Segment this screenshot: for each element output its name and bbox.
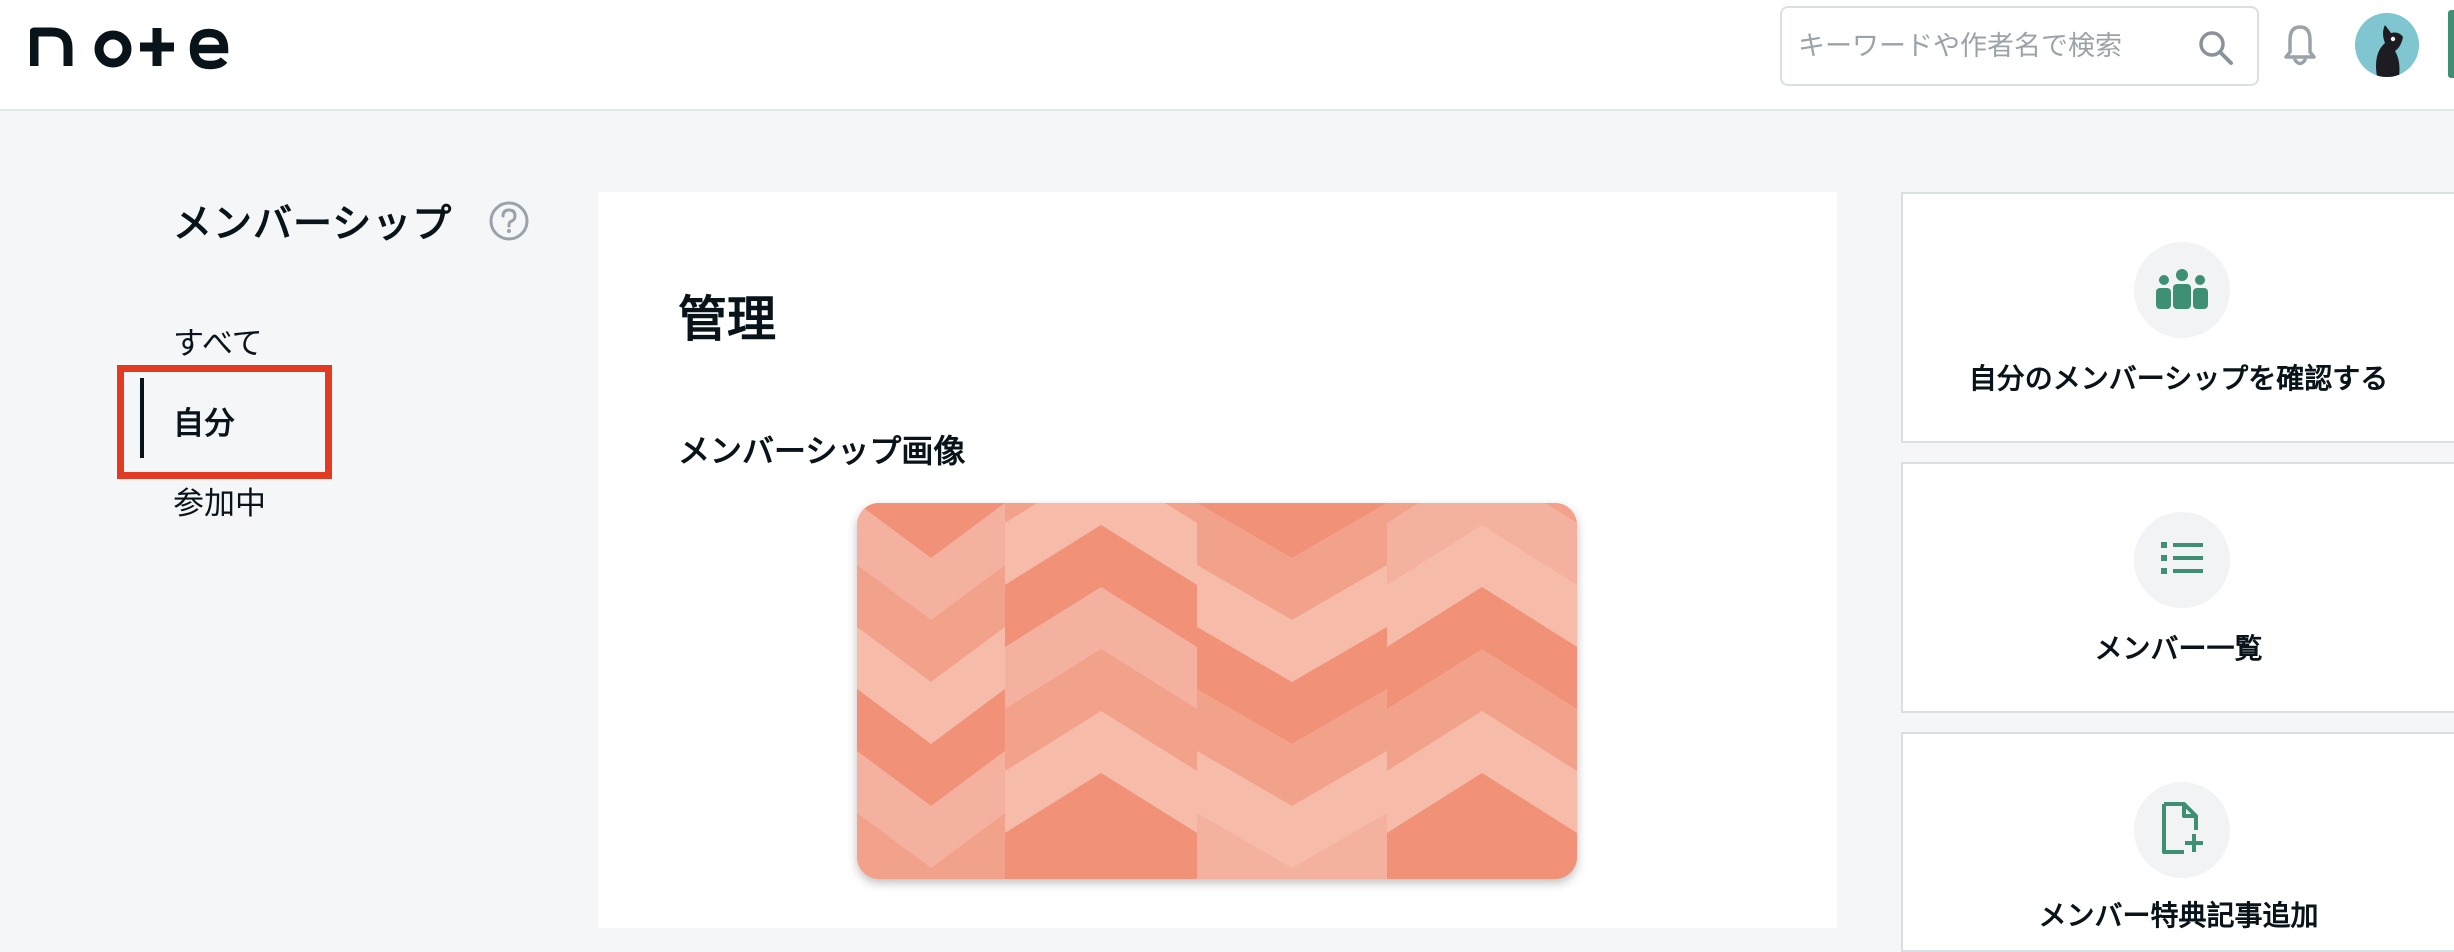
action-label: メンバー特典記事追加 [2038,899,2319,932]
add-document-icon [2160,802,2204,858]
bell-icon[interactable] [2283,23,2317,71]
sidebar-item-all[interactable]: すべて [173,318,263,363]
action-label: 自分のメンバーシップを確認する [1968,362,2389,395]
search-input[interactable] [1798,16,2178,76]
icon-circle [2134,782,2230,878]
member-list-card[interactable]: メンバー一覧 [1901,462,2454,713]
sidebar-item-joined[interactable]: 参加中 [173,478,266,523]
management-panel: 管理 メンバーシップ画像 [598,192,1837,928]
membership-image-label: メンバーシップ画像 [678,432,966,470]
view-my-membership-card[interactable]: 自分のメンバーシップを確認する [1901,192,2454,443]
highlight-annotation-box [117,365,332,479]
list-icon [2161,540,2203,580]
search-icon[interactable] [2197,29,2235,71]
icon-circle [2134,512,2230,608]
sidebar-title: メンバーシップ [173,202,453,247]
action-label: メンバー一覧 [2094,632,2263,665]
question-circle-icon[interactable] [488,200,530,246]
membership-image[interactable] [857,503,1577,879]
search-box [1780,6,2259,86]
add-member-article-card[interactable]: メンバー特典記事追加 [1901,732,2454,952]
note-logo[interactable] [30,22,230,70]
page-title: 管理 [678,291,777,348]
header-edge-accent [2448,10,2454,78]
group-icon [2153,267,2211,313]
avatar[interactable] [2355,13,2419,77]
icon-circle [2134,242,2230,338]
top-header [0,0,2454,111]
